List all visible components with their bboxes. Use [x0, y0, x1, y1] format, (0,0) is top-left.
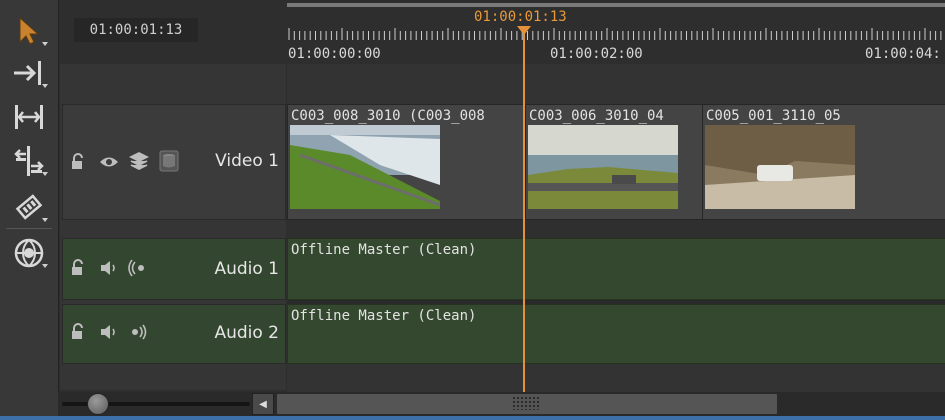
playhead-timecode: 01:00:01:13 [474, 9, 567, 25]
ruler-label-1: 01:00:02:00 [550, 46, 643, 62]
razor-icon[interactable] [10, 190, 48, 224]
select-tool-icon[interactable] [10, 14, 48, 48]
audio-clip-1[interactable]: Offline Master (Clean) [287, 238, 945, 300]
clip-name: Offline Master (Clean) [291, 242, 477, 258]
clip-thumbnail [528, 125, 678, 209]
broadcast-icon[interactable] [127, 259, 149, 281]
lock-icon[interactable] [69, 259, 87, 281]
audio-1-header: Audio 1 [62, 238, 286, 300]
playhead-marker[interactable] [517, 26, 531, 35]
playhead-line[interactable] [523, 30, 525, 392]
empty-lane [287, 64, 945, 104]
audio-2-header: Audio 2 [62, 304, 286, 364]
ruler-label-2: 01:00:04: [865, 46, 941, 62]
video-1-label: Video 1 [215, 151, 279, 171]
range-icon[interactable] [10, 100, 48, 134]
bottom-accent-line [0, 416, 945, 420]
lock-icon[interactable] [69, 323, 87, 345]
clip-name: Offline Master (Clean) [291, 308, 477, 324]
clip-name: C003_008_3010 (C003_008 [291, 108, 485, 124]
toolbar-divider [6, 228, 52, 229]
clip-thumbnail [705, 125, 855, 209]
clip-name: C003_006_3010_04 [529, 108, 664, 124]
tool-strip [0, 0, 59, 420]
clip-name: C005_001_3110_05 [706, 108, 841, 124]
clip-thumbnail [290, 125, 440, 209]
speaker-icon[interactable] [99, 323, 119, 345]
empty-lane [287, 364, 945, 392]
layers-icon[interactable] [128, 151, 150, 175]
zoom-slider-knob[interactable] [87, 393, 109, 415]
ruler-label-0: 01:00:00:00 [288, 46, 381, 62]
globe-menu-icon[interactable] [10, 236, 48, 270]
video-clip-1[interactable]: C003_008_3010 (C003_008 [287, 104, 526, 220]
audio-2-label: Audio 2 [214, 323, 279, 343]
video-clip-2[interactable]: C003_006_3010_04 [525, 104, 703, 220]
video-clip-3[interactable]: C005_001_3110_05 [702, 104, 945, 220]
sound-wave-icon[interactable] [127, 323, 149, 345]
scrollbar-grip-icon [512, 396, 540, 410]
audio-1-label: Audio 1 [214, 259, 279, 279]
database-icon[interactable] [159, 150, 179, 176]
timecode-display[interactable]: 01:00:01:13 [74, 18, 198, 42]
video-1-header: Video 1 [62, 104, 286, 220]
ruler-bar [287, 3, 945, 7]
eye-icon[interactable] [99, 153, 119, 175]
audio-clip-2[interactable]: Offline Master (Clean) [287, 304, 945, 364]
speaker-icon[interactable] [99, 259, 119, 281]
lane-gap [287, 220, 945, 238]
track-select-forward-icon[interactable] [10, 56, 48, 90]
slip-icon[interactable] [10, 144, 48, 178]
time-ruler[interactable] [287, 28, 945, 40]
lock-icon[interactable] [69, 153, 87, 175]
scroll-left-button[interactable]: ◀ [252, 393, 274, 415]
